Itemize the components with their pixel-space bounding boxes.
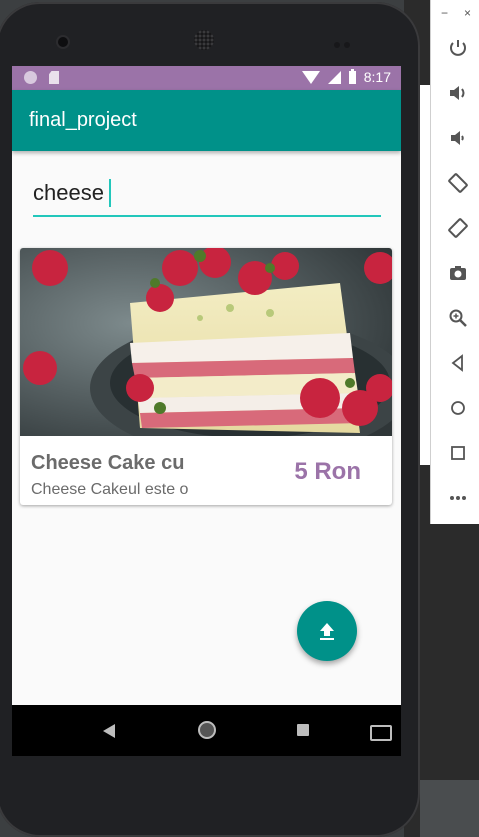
product-title: Cheese Cake cu bbox=[31, 452, 185, 474]
app-title: final_project bbox=[29, 109, 137, 131]
nav-back-button[interactable] bbox=[103, 724, 115, 738]
rotate-left-icon[interactable] bbox=[448, 173, 468, 193]
back-icon[interactable] bbox=[448, 353, 468, 373]
earpiece-speaker bbox=[194, 30, 214, 50]
status-bar: 8:17 bbox=[12, 66, 401, 90]
product-description: Cheese Cakeul este o bbox=[31, 481, 189, 498]
minimize-button[interactable]: − bbox=[441, 6, 448, 20]
signal-icon bbox=[327, 70, 341, 84]
emulator-toolbar: − × bbox=[430, 0, 479, 524]
navigation-bar bbox=[12, 705, 401, 756]
notification-dot-icon bbox=[24, 71, 37, 84]
proximity-sensor bbox=[334, 35, 358, 48]
search-field[interactable] bbox=[33, 171, 381, 217]
desktop-panel bbox=[420, 780, 479, 837]
volume-down-icon[interactable] bbox=[448, 128, 468, 148]
power-icon[interactable] bbox=[448, 38, 468, 58]
product-price: 5 Ron bbox=[294, 458, 361, 485]
zoom-icon[interactable] bbox=[448, 308, 468, 328]
upload-icon bbox=[320, 623, 334, 640]
text-cursor bbox=[109, 179, 111, 207]
front-camera bbox=[58, 37, 68, 47]
search-input[interactable] bbox=[33, 171, 381, 215]
nav-home-button[interactable] bbox=[198, 721, 216, 739]
upload-fab-button[interactable] bbox=[297, 601, 357, 661]
device-screen: 8:17 final_project cheese Cheese Cake cu… bbox=[12, 66, 401, 756]
volume-up-icon[interactable] bbox=[448, 83, 468, 103]
emulator-side-strip bbox=[420, 85, 430, 465]
keyboard-icon[interactable] bbox=[370, 725, 392, 741]
status-time: 8:17 bbox=[363, 69, 391, 85]
battery-icon bbox=[348, 68, 356, 84]
home-icon[interactable] bbox=[448, 398, 468, 418]
overview-icon[interactable] bbox=[448, 443, 468, 463]
cheese-cake-image bbox=[20, 248, 392, 436]
camera-icon[interactable] bbox=[448, 263, 468, 283]
app-bar: final_project bbox=[12, 90, 401, 151]
rotate-right-icon[interactable] bbox=[448, 218, 468, 238]
close-button[interactable]: × bbox=[464, 6, 471, 20]
product-card[interactable]: Cheese Cake cu Cheese Cakeul este o 5 Ro… bbox=[20, 248, 392, 505]
nav-recents-button[interactable] bbox=[297, 724, 309, 736]
more-icon[interactable] bbox=[448, 488, 468, 508]
wifi-icon bbox=[301, 70, 320, 84]
sd-card-icon bbox=[49, 71, 59, 84]
